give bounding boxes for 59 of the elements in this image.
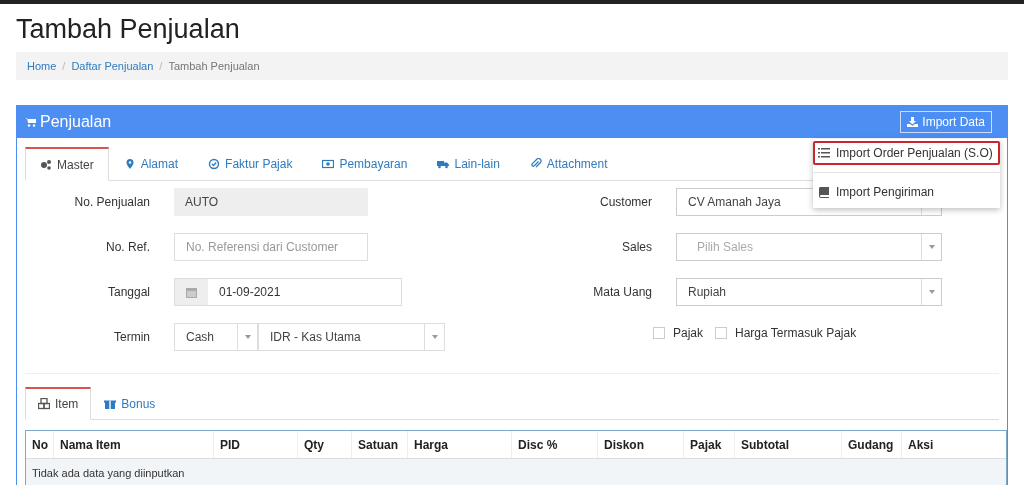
tab[interactable]: Pembayaran <box>307 147 423 181</box>
gears-icon <box>40 158 52 171</box>
column-header: Harga <box>408 431 512 458</box>
cubes-icon <box>38 398 50 410</box>
column-header: Diskon <box>598 431 684 458</box>
breadcrumb-link[interactable]: Home <box>27 57 57 75</box>
column-header: No <box>26 431 54 458</box>
column-header: Aksi <box>907 436 935 454</box>
page-title: Tambah Penjualan <box>16 13 241 46</box>
input-field[interactable]: No. Referensi dari Customer <box>174 233 368 261</box>
tab[interactable]: Alamat <box>108 147 194 181</box>
column-header: Qty <box>298 431 352 458</box>
field-label: No. Ref. <box>105 239 150 256</box>
tab[interactable]: Attachment <box>514 147 623 181</box>
column-header: Subtotal <box>735 431 842 458</box>
field-label: Customer <box>599 194 652 211</box>
empty-table-message: Tidak ada data yang diinputkan <box>26 459 1006 485</box>
caret-icon <box>244 335 251 339</box>
field-label: Termin <box>113 329 150 346</box>
banknote-icon <box>322 158 335 170</box>
column-header: PID <box>214 431 298 458</box>
field-label: No. Penjualan <box>73 194 150 211</box>
breadcrumb-separator: / <box>158 58 164 74</box>
checkbox[interactable]: Harga Termasuk Pajak <box>715 324 857 342</box>
readonly-field: AUTO <box>174 188 368 216</box>
tab[interactable]: Faktur Pajak <box>193 147 308 181</box>
check-circle-icon <box>208 158 221 170</box>
breadcrumb-link[interactable]: Daftar Penjualan <box>71 57 154 75</box>
select-field[interactable]: IDR - Kas Utama <box>258 323 445 351</box>
panel-title: Penjualan <box>40 112 112 132</box>
tab[interactable]: Lain-lain <box>422 147 515 181</box>
tab[interactable]: Item <box>25 387 92 420</box>
caret-icon <box>928 290 935 294</box>
breadcrumb-separator: / <box>61 58 67 74</box>
select-field[interactable]: Cash <box>174 323 258 351</box>
column-header: Satuan <box>352 431 408 458</box>
cart-icon <box>25 117 36 127</box>
column-header: Pajak <box>684 431 735 458</box>
list-icon <box>818 147 830 159</box>
tab[interactable]: Bonus <box>91 387 169 420</box>
checkbox[interactable]: Pajak <box>653 324 704 342</box>
paperclip-icon <box>529 158 542 170</box>
caret-icon <box>431 335 438 339</box>
column-header: Nama Item <box>54 431 214 458</box>
caret-icon <box>928 245 935 249</box>
field-label: Tanggal <box>106 284 150 301</box>
field-label: Sales <box>620 239 652 256</box>
map-pin-icon <box>123 158 136 170</box>
field-label: Mata Uang <box>592 284 652 301</box>
select-field[interactable]: Rupiah <box>676 278 942 306</box>
menu-item[interactable]: Import Order Penjualan (S.O) <box>813 141 1000 165</box>
download-icon <box>907 117 919 127</box>
book-icon <box>818 186 830 198</box>
date-field[interactable]: 01-09-2021 <box>174 278 402 306</box>
column-header: Gudang <box>842 431 902 458</box>
tab[interactable]: Master <box>25 147 109 181</box>
calendar-icon <box>186 286 197 298</box>
truck-icon <box>437 158 450 170</box>
column-header: Disc % <box>512 431 598 458</box>
